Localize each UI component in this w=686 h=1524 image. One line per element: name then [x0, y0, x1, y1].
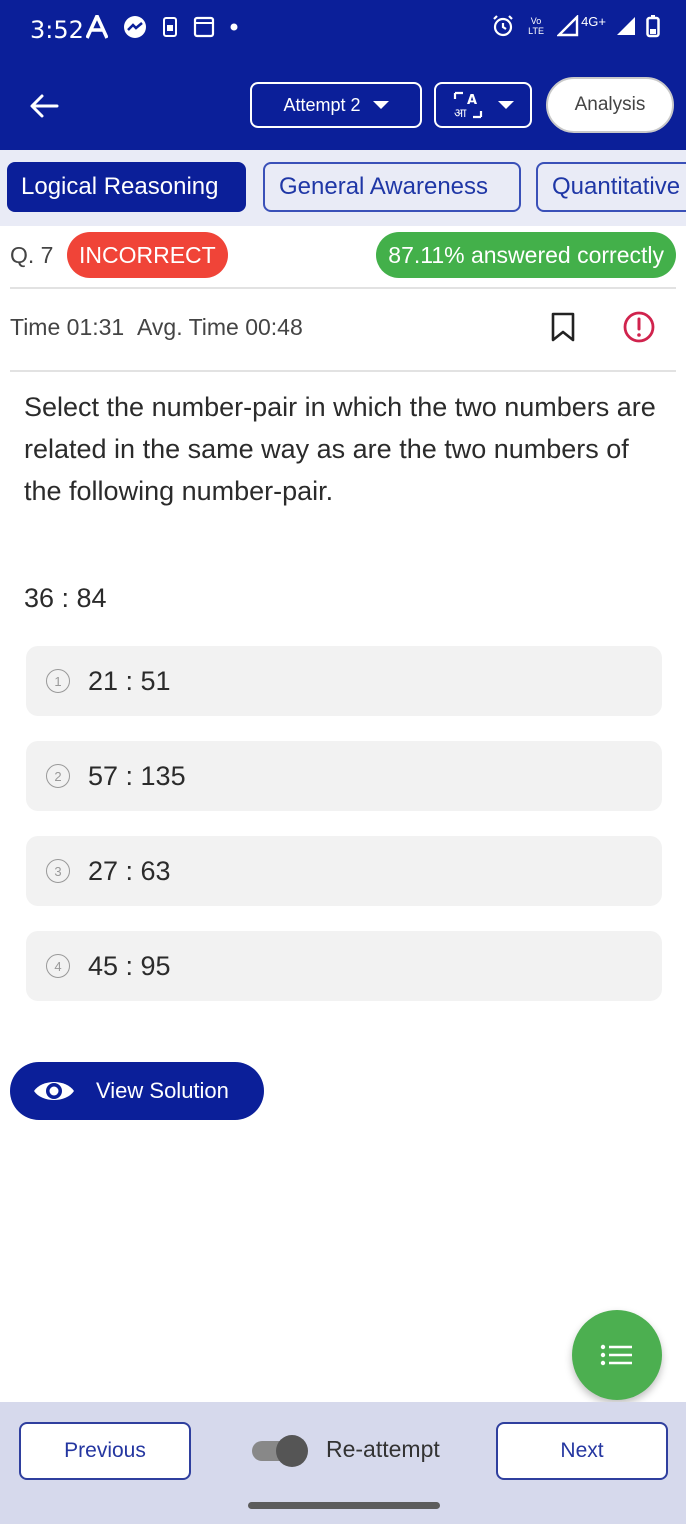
- report-icon[interactable]: [622, 310, 656, 344]
- divider: [10, 370, 676, 372]
- view-solution-button[interactable]: View Solution: [10, 1062, 264, 1120]
- question-pair: 36 : 84: [24, 583, 107, 613]
- chevron-down-icon: [498, 101, 514, 109]
- option-number: 2: [46, 764, 70, 788]
- time-taken: Time 01:31: [10, 314, 125, 340]
- alarm-icon: [493, 15, 513, 37]
- option-2[interactable]: 2 57 : 135: [26, 741, 662, 811]
- option-number: 4: [46, 954, 70, 978]
- notification-icons: [86, 14, 238, 40]
- option-3[interactable]: 3 27 : 63: [26, 836, 662, 906]
- signal-full-icon: [617, 17, 635, 35]
- app-a-icon: [86, 15, 108, 39]
- dot-icon: [230, 23, 238, 31]
- screen-icon: [193, 16, 215, 38]
- reattempt-label: Re-attempt: [326, 1436, 440, 1462]
- option-number: 3: [46, 859, 70, 883]
- option-text: 21 : 51: [88, 665, 171, 696]
- divider: [10, 287, 676, 289]
- eye-icon: [34, 1082, 74, 1100]
- question-status-row: Q. 7 INCORRECT 87.11% answered correctly: [0, 226, 686, 288]
- translate-icon: Aआ: [453, 91, 483, 120]
- bookmark-icon[interactable]: [550, 312, 576, 342]
- option-1[interactable]: 1 21 : 51: [26, 646, 662, 716]
- status-time: 3:52: [30, 16, 84, 44]
- next-label: Next: [560, 1439, 604, 1462]
- time-row: Time 01:31 Avg. Time 00:48: [0, 296, 686, 360]
- volte-label: Vo LTE: [528, 16, 544, 36]
- chevron-down-icon: [372, 101, 389, 109]
- app-circle-icon: [124, 16, 146, 38]
- back-button[interactable]: [22, 84, 66, 128]
- attempt-label: Attempt 2: [283, 94, 361, 115]
- network-label: 4G+: [581, 13, 606, 29]
- analysis-label: Analysis: [574, 94, 646, 115]
- previous-button[interactable]: Previous: [19, 1422, 191, 1480]
- tab-logical-reasoning[interactable]: Logical Reasoning: [7, 162, 246, 212]
- option-number: 1: [46, 669, 70, 693]
- question-text: Select the number-pair in which the two …: [24, 392, 656, 506]
- language-dropdown[interactable]: Aआ: [434, 82, 532, 128]
- app-bar: Attempt 2 Aआ Analysis: [0, 62, 686, 150]
- option-text: 57 : 135: [88, 760, 186, 791]
- option-text: 45 : 95: [88, 950, 171, 981]
- percent-correct-badge: 87.11% answered correctly: [376, 232, 676, 278]
- sim-card-icon: [163, 17, 177, 37]
- subject-tabs: Logical Reasoning General Awareness Quan…: [0, 150, 686, 226]
- list-icon: [600, 1344, 632, 1366]
- tab-general-awareness[interactable]: General Awareness: [263, 162, 521, 212]
- arrow-left-icon: [30, 94, 59, 118]
- time-text: Time 01:31 Avg. Time 00:48: [10, 314, 303, 341]
- signal-icon: [557, 15, 579, 37]
- avg-time: Avg. Time 00:48: [136, 314, 303, 340]
- question-number: Q. 7: [10, 242, 54, 268]
- next-button[interactable]: Next: [496, 1422, 668, 1480]
- toggle-knob: [276, 1435, 308, 1467]
- view-solution-label: View Solution: [96, 1078, 229, 1103]
- svg-text:A: A: [467, 93, 477, 108]
- incorrect-badge: INCORRECT: [67, 232, 228, 278]
- system-icons: Vo LTE 4G+: [491, 14, 660, 38]
- battery-icon: [646, 15, 660, 38]
- option-4[interactable]: 4 45 : 95: [26, 931, 662, 1001]
- home-indicator[interactable]: [248, 1502, 440, 1509]
- option-text: 27 : 63: [88, 855, 171, 886]
- previous-label: Previous: [64, 1439, 146, 1462]
- status-bar: 3:52 Vo LTE 4G+: [0, 0, 686, 62]
- analysis-button[interactable]: Analysis: [546, 77, 674, 133]
- svg-text:आ: आ: [454, 106, 467, 120]
- reattempt-toggle[interactable]: [252, 1435, 310, 1467]
- question-list-fab[interactable]: [572, 1310, 662, 1400]
- tab-quantitative[interactable]: Quantitative: [536, 162, 686, 212]
- attempt-dropdown[interactable]: Attempt 2: [250, 82, 422, 128]
